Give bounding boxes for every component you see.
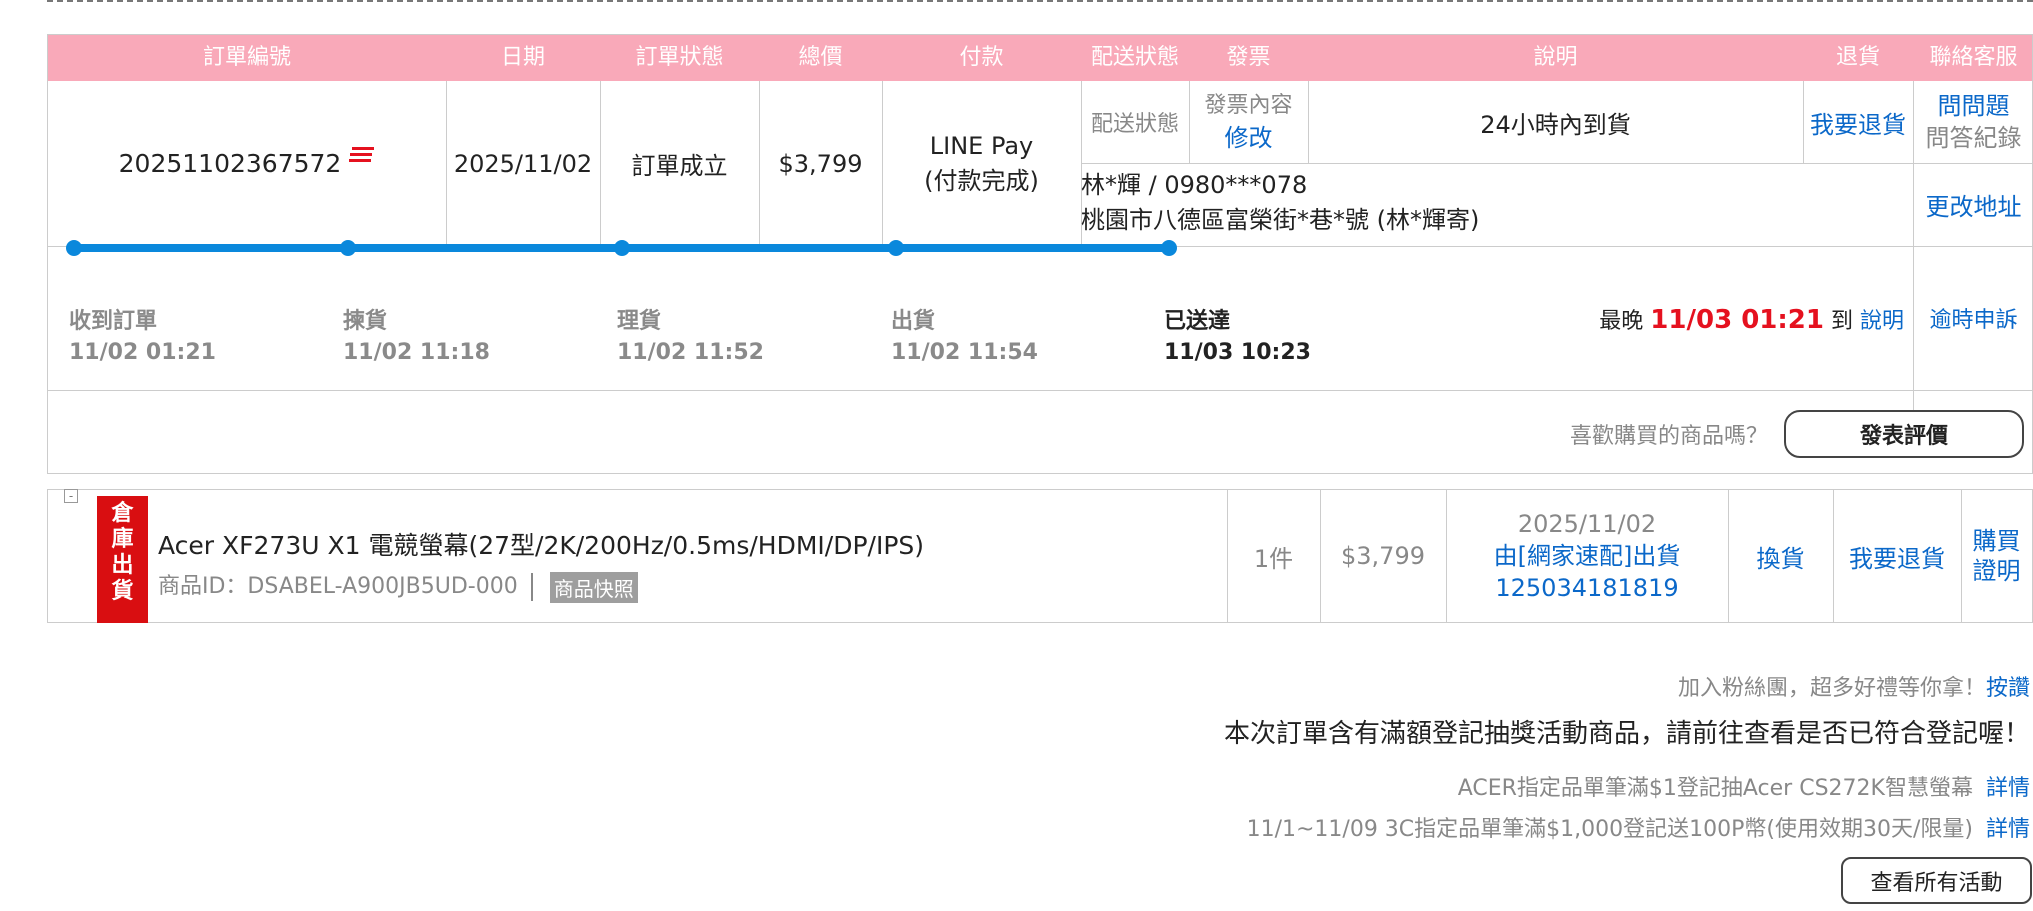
product-price: $3,799 — [1341, 542, 1425, 570]
overdue-complaint-link[interactable]: 逾時申訴 — [1913, 246, 2033, 390]
product-row: Acer XF273U X1 電競螢幕(27型/2K/200Hz/0.5ms/H… — [47, 489, 2033, 623]
product-quantity: 1件 — [1253, 544, 1294, 573]
warehouse-shipping-tag: 倉 庫 出 貨 — [97, 496, 148, 623]
order-number-cell: 20251102367572 — [48, 81, 446, 246]
collapse-toggle-icon[interactable]: - — [64, 489, 78, 503]
qa-record-link[interactable]: 問答紀錄 — [1926, 122, 2022, 154]
header-total: 總價 — [798, 45, 843, 70]
order-total: $3,799 — [778, 149, 863, 178]
tag-char: 出 — [111, 553, 134, 578]
tag-char: 貨 — [111, 579, 134, 604]
ship-by-link[interactable]: 由[網家速配]出貨 — [1494, 540, 1681, 572]
shipment-cell: 2025/11/02 由[網家速配]出貨 125034181819 — [1446, 490, 1728, 622]
purchase-proof-line2: 證明 — [1972, 557, 2021, 585]
delivery-description: 24小時內到貨 — [1480, 110, 1631, 139]
lottery-notice: 本次訂單含有滿額登記抽獎活動商品，請前往查看是否已符合登記喔！ — [1223, 719, 2030, 749]
like-link[interactable]: 按讚 — [1986, 676, 2030, 701]
progress-dot — [888, 240, 904, 256]
change-address-link[interactable]: 更改地址 — [1913, 163, 2033, 246]
step-time: 11/02 11:54 — [891, 340, 1038, 365]
invoice-edit-link[interactable]: 修改 — [1225, 122, 1273, 154]
header-payment: 付款 — [959, 45, 1004, 70]
campaign-item: 11/1~11/09 3C指定品單筆滿$1,000登記送100P幣(使用效期30… — [1247, 811, 2030, 843]
return-link[interactable]: 我要退貨 — [1803, 81, 1913, 163]
separator — [530, 573, 533, 601]
header-date: 日期 — [500, 45, 545, 70]
tag-char: 庫 — [111, 527, 134, 552]
product-id-line: 商品ID：DSABEL-A900JB5UD-000 商品快照 — [158, 568, 638, 603]
progress-dot — [340, 240, 356, 256]
header-description: 說明 — [1533, 45, 1578, 70]
campaign-text: 11/1~11/09 3C指定品單筆滿$1,000登記送100P幣(使用效期30… — [1246, 817, 1973, 842]
fan-page-line: 加入粉絲團，超多好禮等你拿！按讚 — [1678, 670, 2030, 702]
order-number: 20251102367572 — [118, 149, 342, 178]
product-snapshot-button[interactable]: 商品快照 — [549, 571, 638, 603]
campaign-details-link[interactable]: 詳情 — [1986, 817, 2030, 842]
invoice-content-label: 發票內容 — [1204, 93, 1293, 118]
progress-dot — [614, 240, 630, 256]
recipient-name-phone: 林*輝 / 0980***078 — [1081, 171, 1308, 199]
payment-status: (付款完成) — [924, 166, 1039, 195]
header-customer-service: 聯絡客服 — [1929, 45, 2018, 70]
ship-date: 2025/11/02 — [1517, 510, 1657, 538]
step-label: 收到訂單 — [69, 309, 158, 334]
shipping-status-label: 配送狀態 — [1090, 112, 1179, 137]
product-id: 商品ID：DSABEL-A900JB5UD-000 — [158, 574, 518, 599]
order-date: 2025/11/02 — [453, 149, 593, 178]
recipient-block: 林*輝 / 0980***078 桃園市八德區富榮街*巷*號 (林*輝寄) — [1081, 168, 1913, 238]
payment-cell: LINE Pay (付款完成) — [882, 81, 1081, 246]
review-prompt: 喜歡購買的商品嗎？ — [1569, 424, 1768, 449]
payment-method: LINE Pay — [929, 131, 1034, 160]
header-shipping-status: 配送狀態 — [1090, 45, 1179, 70]
campaign-text: ACER指定品單筆滿$1登記抽Acer CS272K智慧螢幕 — [1457, 776, 1973, 801]
header-order-number: 訂單編號 — [202, 45, 291, 70]
step-label: 理貨 — [617, 309, 662, 334]
step-label: 揀貨 — [343, 309, 388, 334]
latest-explain-link[interactable]: 說明 — [1860, 309, 1904, 334]
campaign-details-link[interactable]: 詳情 — [1986, 776, 2030, 801]
latest-arrival: 最晚 11/03 01:21 到 說明 — [1599, 303, 1904, 335]
product-name[interactable]: Acer XF273U X1 電競螢幕(27型/2K/200Hz/0.5ms/H… — [158, 526, 924, 562]
step-label: 出貨 — [891, 309, 936, 334]
step-time: 11/02 01:21 — [69, 340, 216, 365]
order-status: 訂單成立 — [631, 152, 728, 180]
campaign-item: ACER指定品單筆滿$1登記抽Acer CS272K智慧螢幕 詳情 — [1458, 770, 2030, 802]
write-review-button[interactable]: 發表評價 — [1784, 410, 2024, 458]
invoice-cell: 發票內容 修改 — [1189, 81, 1308, 163]
recipient-address: 桃園市八德區富榮街*巷*號 (林*輝寄) — [1081, 206, 1480, 234]
order-details-icon[interactable] — [349, 143, 375, 171]
latest-prefix: 最晚 — [1599, 309, 1644, 334]
step-time: 11/02 11:52 — [617, 340, 764, 365]
exchange-link[interactable]: 換貨 — [1728, 490, 1833, 622]
purchase-proof-link[interactable]: 購買 證明 — [1961, 490, 2032, 622]
step-label: 已送達 — [1164, 309, 1231, 334]
top-divider — [47, 0, 2033, 2]
order-card: 訂單編號 日期 訂單狀態 總價 付款 配送狀態 發票 說明 退貨 聯絡客服 20… — [47, 34, 2033, 474]
product-return-link[interactable]: 我要退貨 — [1833, 490, 1961, 622]
header-return: 退貨 — [1835, 45, 1880, 70]
tracking-number-link[interactable]: 125034181819 — [1495, 572, 1678, 604]
latest-suffix: 到 — [1830, 309, 1853, 334]
latest-deadline: 11/03 01:21 — [1650, 305, 1824, 335]
header-invoice: 發票 — [1226, 45, 1271, 70]
step-time: 11/02 11:18 — [343, 340, 490, 365]
view-all-campaigns-button[interactable]: 查看所有活動 — [1841, 857, 2032, 904]
ask-question-link[interactable]: 問問題 — [1938, 90, 2010, 122]
step-time: 11/03 10:23 — [1164, 340, 1311, 365]
progress-dot — [1161, 240, 1177, 256]
purchase-proof-line1: 購買 — [1972, 527, 2021, 555]
order-table-header: 訂單編號 日期 訂單狀態 總價 付款 配送狀態 發票 說明 退貨 聯絡客服 — [48, 35, 2032, 81]
customer-service-cell: 問問題 問答紀錄 — [1913, 81, 2033, 163]
fan-page-text: 加入粉絲團，超多好禮等你拿！ — [1677, 676, 1986, 701]
progress-dot — [66, 240, 82, 256]
tag-char: 倉 — [111, 501, 134, 526]
header-order-status: 訂單狀態 — [635, 45, 724, 70]
